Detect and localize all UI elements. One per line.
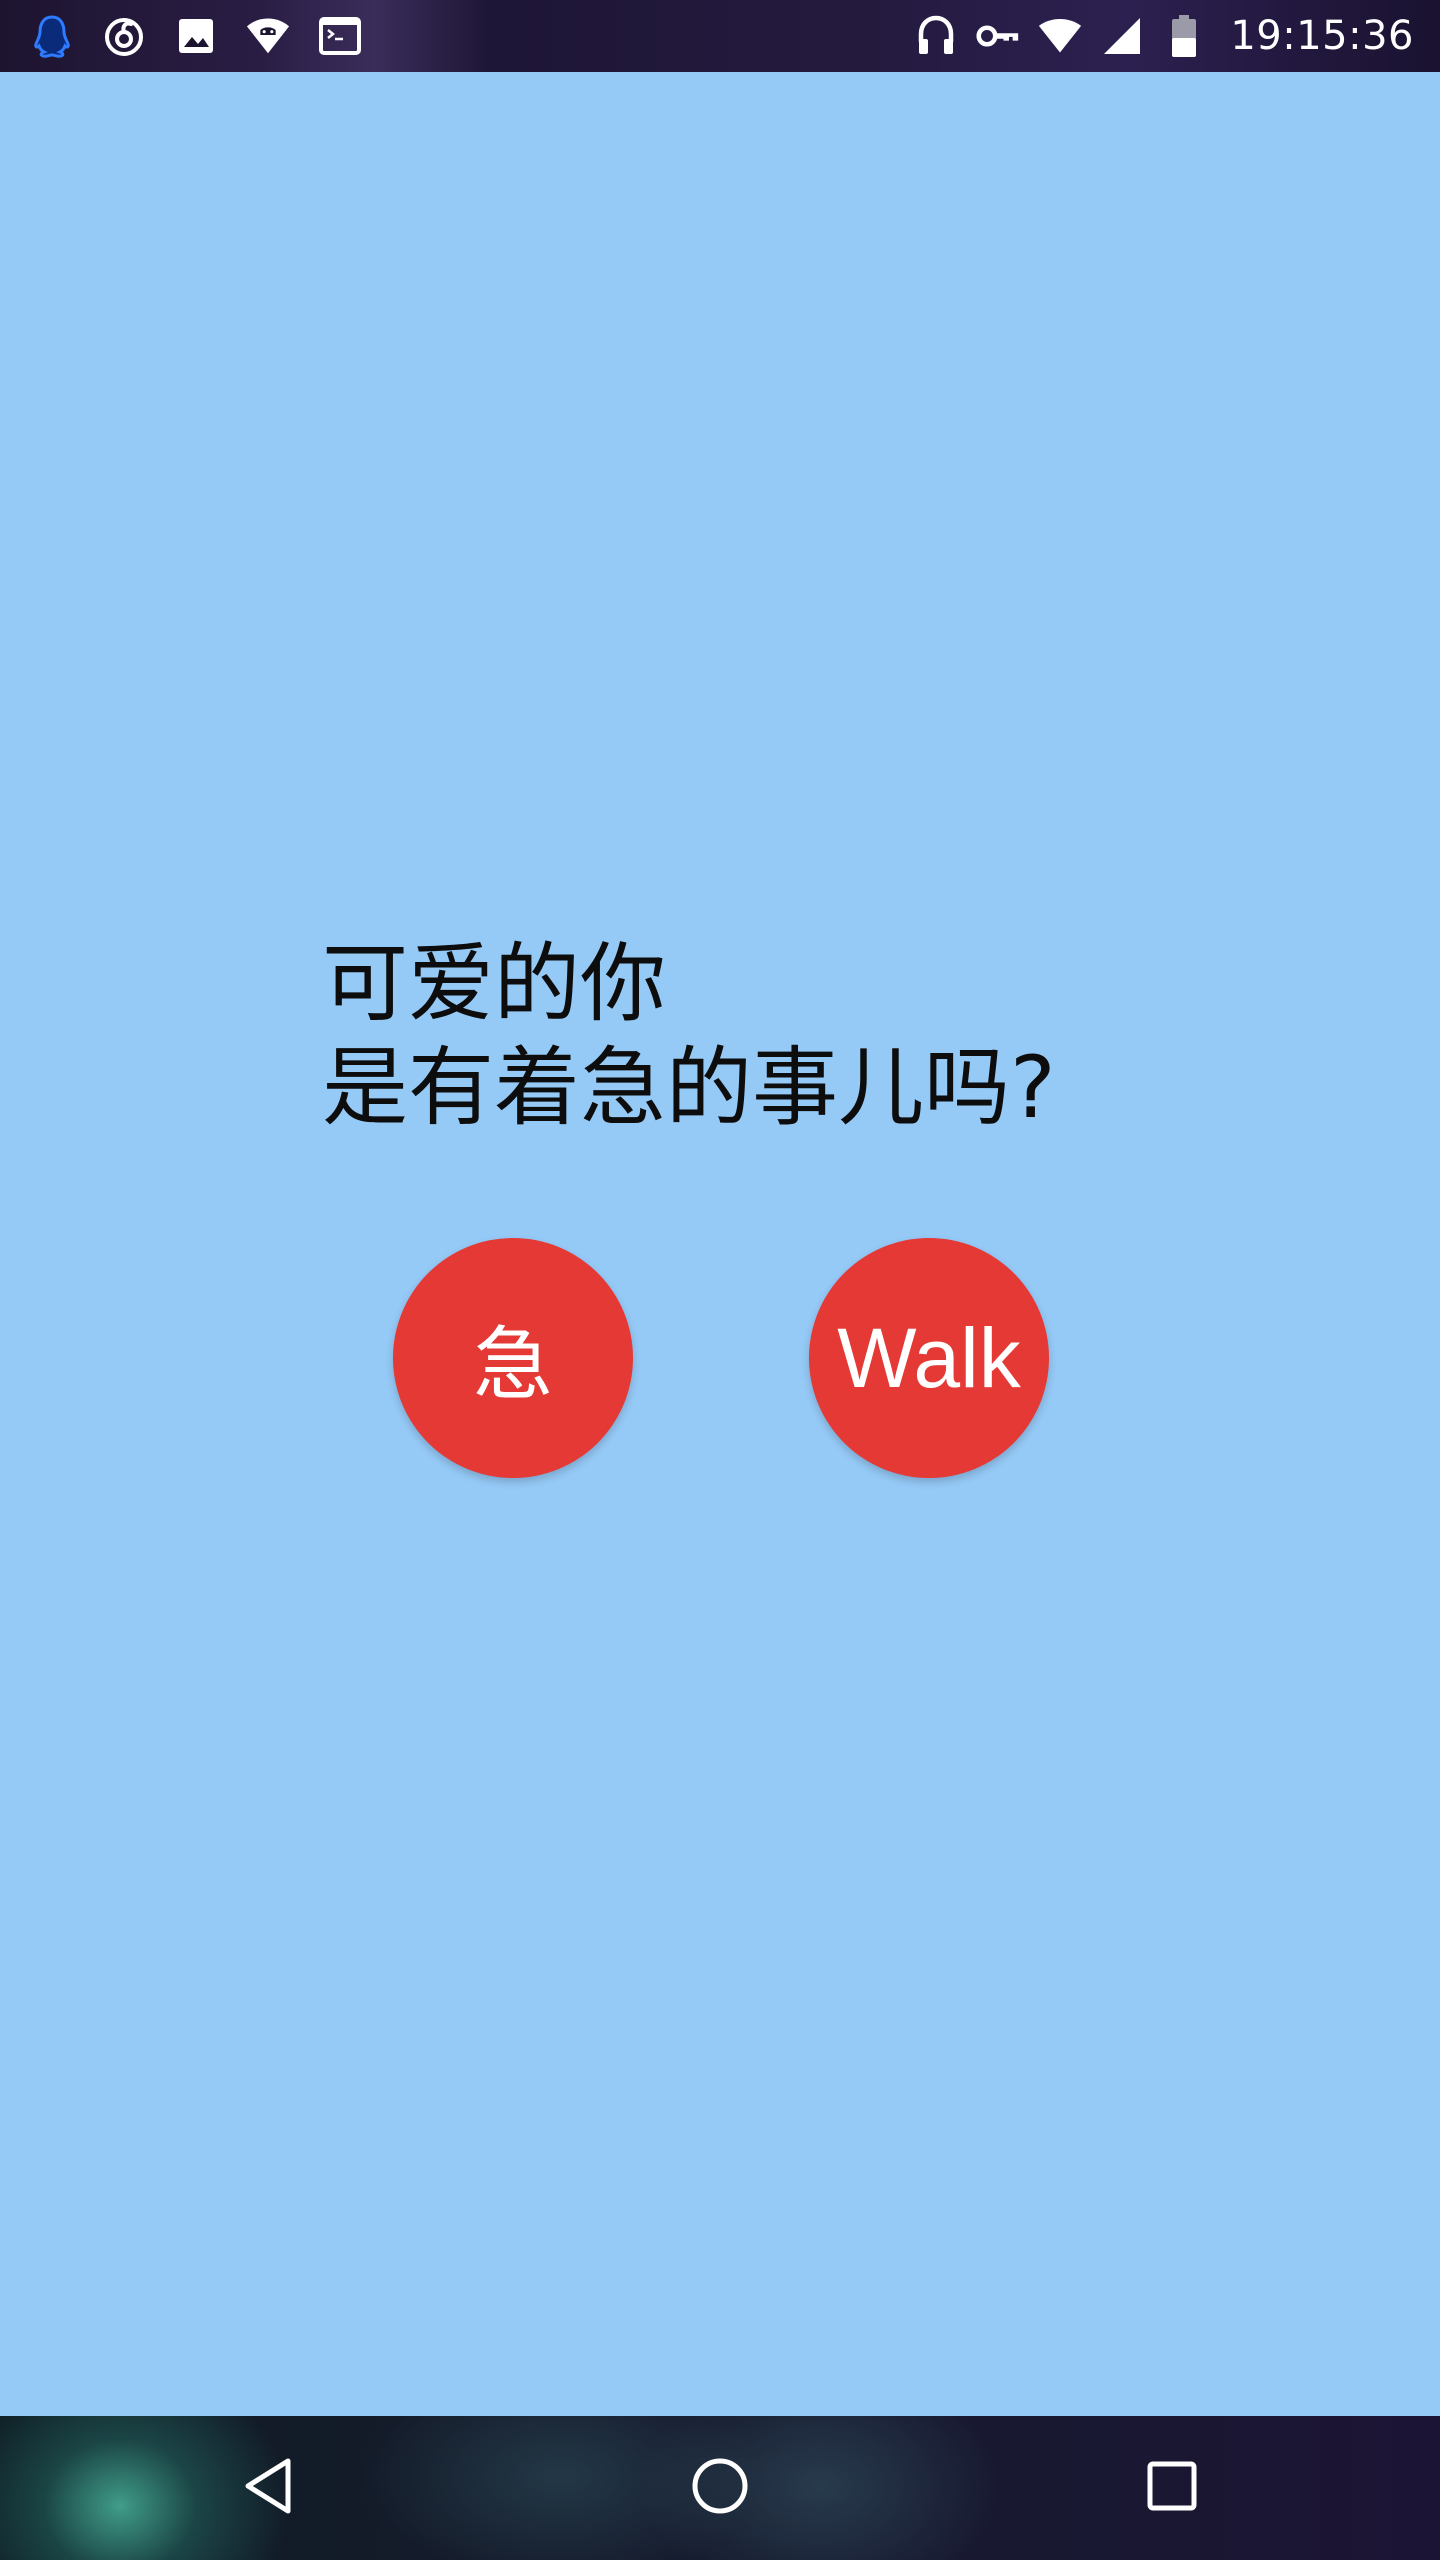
home-icon [690, 2456, 750, 2520]
status-clock: 19:15:36 [1230, 13, 1414, 59]
urgent-button-label: 急 [473, 1320, 553, 1409]
vpn-key-icon [976, 14, 1020, 58]
terminal-icon [318, 14, 362, 58]
prompt-line-2: 是有着急的事儿吗? [322, 1038, 1056, 1138]
recents-button[interactable] [1100, 2416, 1244, 2560]
status-bar: 19:15:36 [0, 0, 1440, 72]
prompt-line-1: 可爱的你 [322, 934, 666, 1034]
navigation-bar [0, 2416, 1440, 2560]
walk-button-label: Walk [837, 1310, 1021, 1405]
netease-music-icon [102, 14, 146, 58]
wifi-icon [1038, 14, 1082, 58]
walk-button[interactable]: Walk [809, 1238, 1049, 1478]
headphones-icon [914, 14, 958, 58]
back-icon [238, 2455, 298, 2521]
app-screen: 19:15:36 可爱的你 是有着急的事儿吗? 急 Walk [0, 0, 1440, 2560]
urgent-button[interactable]: 急 [393, 1238, 633, 1478]
main-content: 可爱的你 是有着急的事儿吗? 急 Walk [0, 72, 1440, 2416]
image-icon [174, 14, 218, 58]
recents-icon [1146, 2460, 1198, 2516]
prompt-text: 可爱的你 是有着急的事儿吗? [322, 932, 1222, 1140]
system-icons: 19:15:36 [914, 0, 1414, 72]
home-button[interactable] [648, 2416, 792, 2560]
qq-penguin-icon [30, 14, 74, 58]
notification-icons [30, 0, 362, 72]
wifi-android-icon [246, 14, 290, 58]
battery-icon [1162, 14, 1206, 58]
cell-signal-icon [1100, 14, 1144, 58]
back-button[interactable] [196, 2416, 340, 2560]
